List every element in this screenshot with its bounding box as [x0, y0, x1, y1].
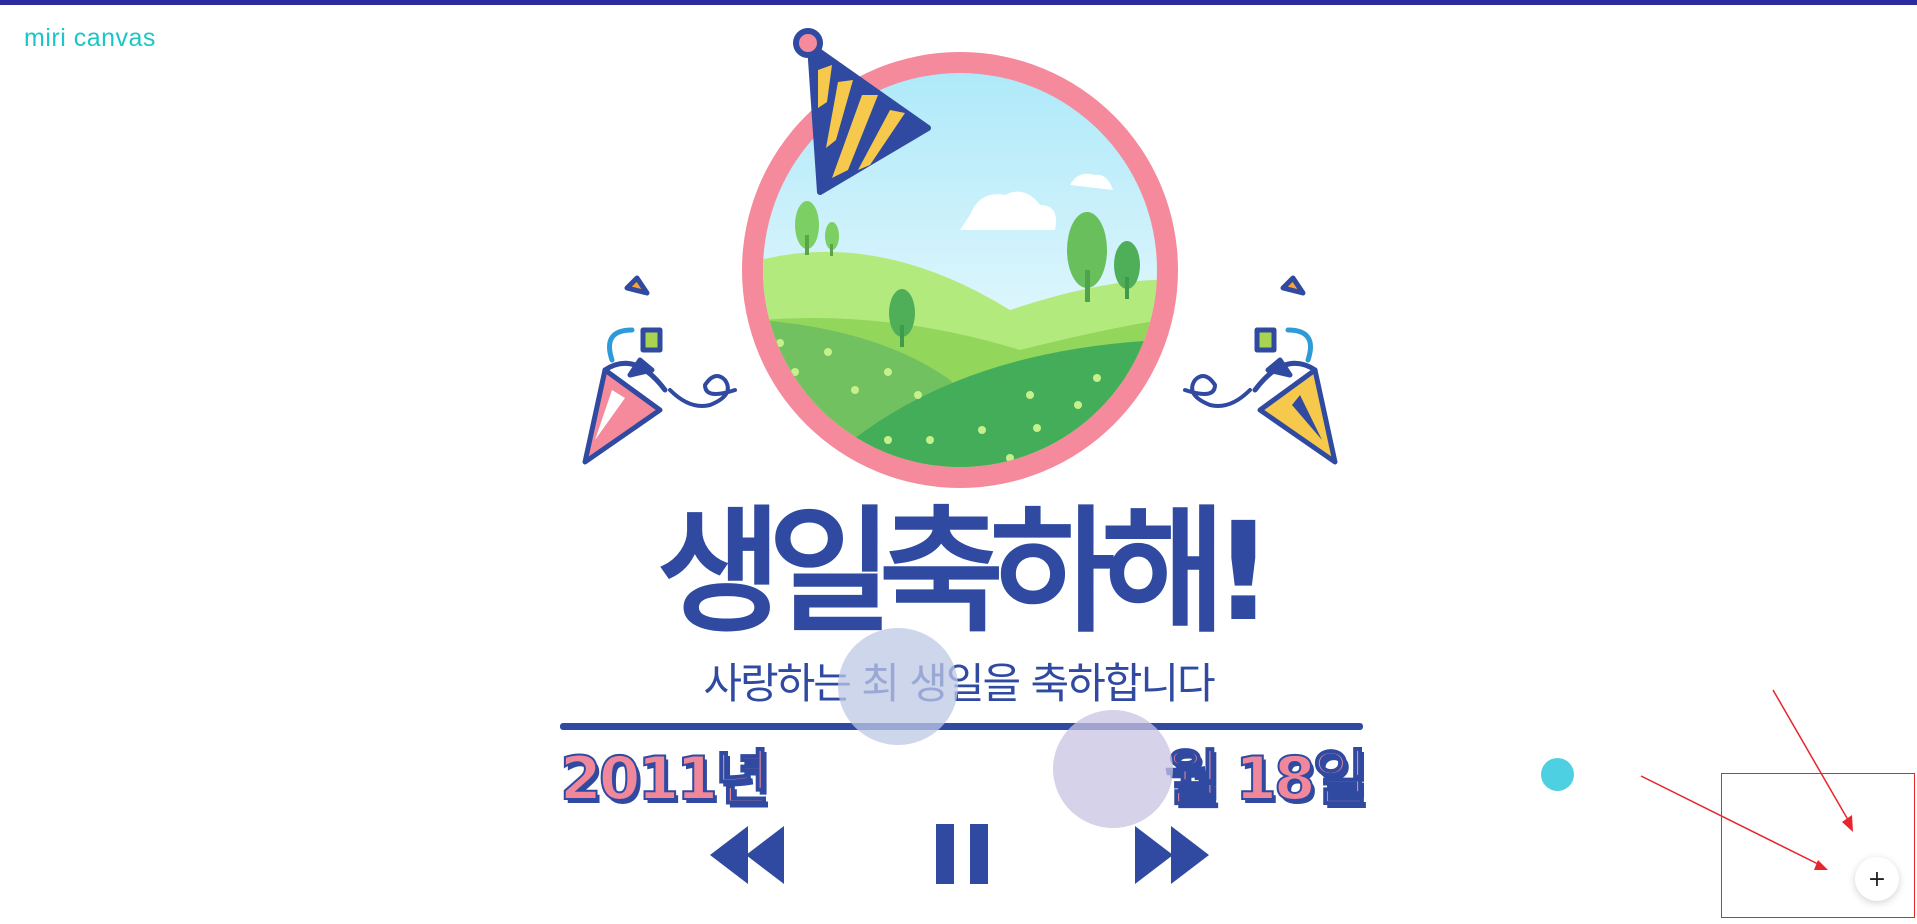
date-year: 2011년 [559, 743, 771, 815]
fast-forward-icon [1135, 826, 1209, 884]
plus-icon: + [1867, 866, 1887, 892]
redaction-blob-top [838, 628, 958, 745]
date-divider-line [560, 723, 1363, 730]
redaction-blob-bottom [1053, 710, 1173, 828]
add-button[interactable]: + [1855, 857, 1899, 901]
fast-forward-button[interactable] [1135, 826, 1215, 884]
landscape-badge [742, 52, 1178, 488]
pause-button[interactable] [936, 824, 990, 884]
right-party-popper [1183, 275, 1338, 465]
card-title: 생일축하해! [656, 494, 1275, 652]
left-party-popper [582, 275, 737, 465]
rewind-button[interactable] [710, 826, 790, 884]
birthday-card-illustration [560, 28, 1853, 870]
date-day: 월 18일 [1164, 743, 1369, 815]
status-dot [1541, 758, 1574, 791]
rewind-icon [710, 826, 784, 884]
pause-icon [936, 824, 988, 884]
card-subtitle: 사랑하는 최 생일을 축하합니다 [703, 659, 1215, 708]
